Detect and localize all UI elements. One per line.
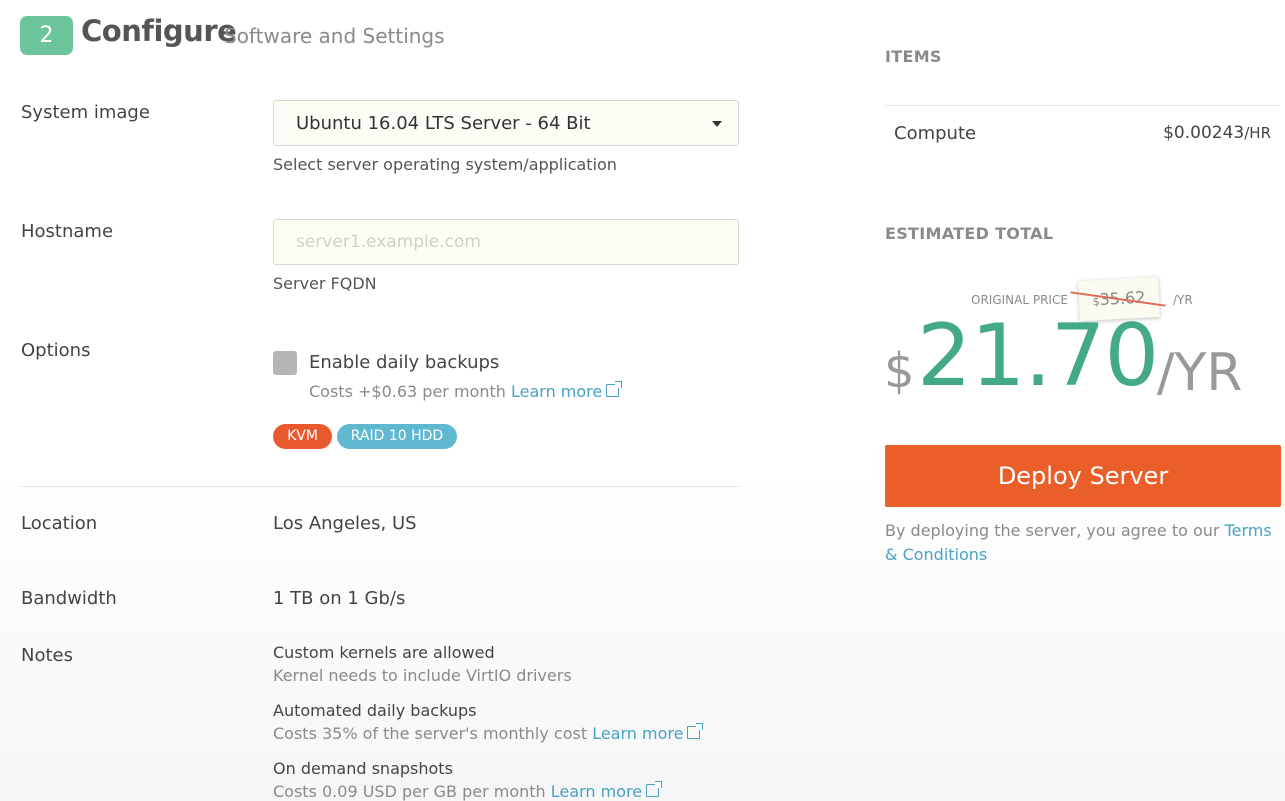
daily-backups-cost: Costs +$0.63 per month Learn more	[309, 381, 623, 401]
note-desc: Kernel needs to include VirtIO drivers	[273, 666, 572, 685]
raid-badge: RAID 10 HDD	[337, 424, 457, 449]
items-divider	[885, 105, 1280, 106]
system-image-selected-value: Ubuntu 16.04 LTS Server - 64 Bit	[296, 113, 591, 134]
location-label: Location	[21, 513, 98, 534]
hostname-help: Server FQDN	[273, 274, 377, 293]
bandwidth-label: Bandwidth	[21, 588, 117, 609]
system-image-select[interactable]: Ubuntu 16.04 LTS Server - 64 Bit	[273, 100, 739, 146]
snapshots-learn-more-link[interactable]: Learn more	[551, 782, 642, 801]
backups-note-learn-more-link[interactable]: Learn more	[592, 724, 683, 743]
price-currency: $	[884, 343, 915, 399]
system-image-help: Select server operating system/applicati…	[273, 155, 617, 174]
hostname-label: Hostname	[21, 221, 114, 242]
original-price-unit: /YR	[1173, 293, 1193, 307]
note-desc: Costs 0.09 USD per GB per month Learn mo…	[273, 781, 663, 801]
estimated-total-price: 21.70	[917, 306, 1159, 406]
note-desc-text: Costs 35% of the server's monthly cost	[273, 724, 588, 743]
external-link-icon	[687, 723, 704, 739]
daily-backups-label[interactable]: Enable daily backups	[309, 352, 499, 373]
terms-notice: By deploying the server, you agree to ou…	[885, 519, 1281, 567]
note-desc: Costs 35% of the server's monthly cost L…	[273, 723, 704, 743]
terms-text: By deploying the server, you agree to ou…	[885, 521, 1225, 540]
note-desc-text: Costs 0.09 USD per GB per month	[273, 782, 546, 801]
compute-label: Compute	[894, 123, 977, 144]
page-subtitle: Software and Settings	[224, 24, 445, 48]
page-title: Configure	[81, 14, 237, 48]
estimated-total-heading: ESTIMATED TOTAL	[885, 224, 1054, 243]
location-value: Los Angeles, US	[273, 513, 417, 534]
chevron-down-icon	[712, 121, 722, 127]
deploy-server-button[interactable]: Deploy Server	[885, 445, 1281, 507]
compute-price: $0.00243/HR	[1163, 123, 1271, 143]
items-heading: ITEMS	[885, 47, 942, 66]
external-link-icon	[646, 781, 663, 797]
note-title: On demand snapshots	[273, 759, 453, 778]
external-link-icon	[606, 381, 623, 397]
step-number-badge: 2	[20, 16, 73, 55]
compute-price-value: $0.00243	[1163, 123, 1245, 143]
price-unit: /YR	[1157, 343, 1243, 403]
daily-backups-checkbox[interactable]	[273, 351, 297, 375]
note-title: Custom kernels are allowed	[273, 643, 495, 662]
note-title: Automated daily backups	[273, 701, 477, 720]
options-label: Options	[21, 340, 91, 361]
backups-learn-more-link[interactable]: Learn more	[511, 382, 602, 401]
hostname-input[interactable]	[273, 219, 739, 265]
compute-price-unit: /HR	[1244, 124, 1271, 142]
bandwidth-value: 1 TB on 1 Gb/s	[273, 588, 406, 609]
daily-backups-cost-text: Costs +$0.63 per month	[309, 382, 506, 401]
notes-label: Notes	[21, 645, 73, 666]
system-image-label: System image	[21, 102, 150, 123]
section-divider	[20, 486, 740, 487]
original-price-label: ORIGINAL PRICE	[971, 293, 1068, 307]
kvm-badge: KVM	[273, 424, 332, 449]
